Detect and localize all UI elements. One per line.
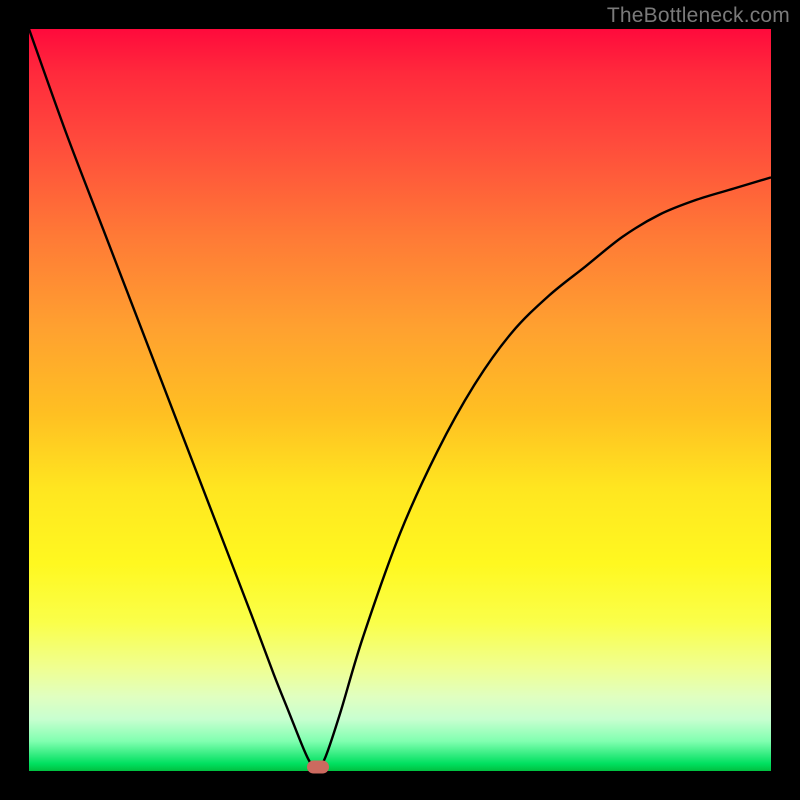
chart-plot-area: [29, 29, 771, 771]
optimal-point-marker: [307, 761, 329, 774]
curve-svg: [29, 29, 771, 771]
watermark-text: TheBottleneck.com: [607, 4, 790, 28]
chart-frame: TheBottleneck.com: [0, 0, 800, 800]
bottleneck-curve: [29, 29, 771, 768]
